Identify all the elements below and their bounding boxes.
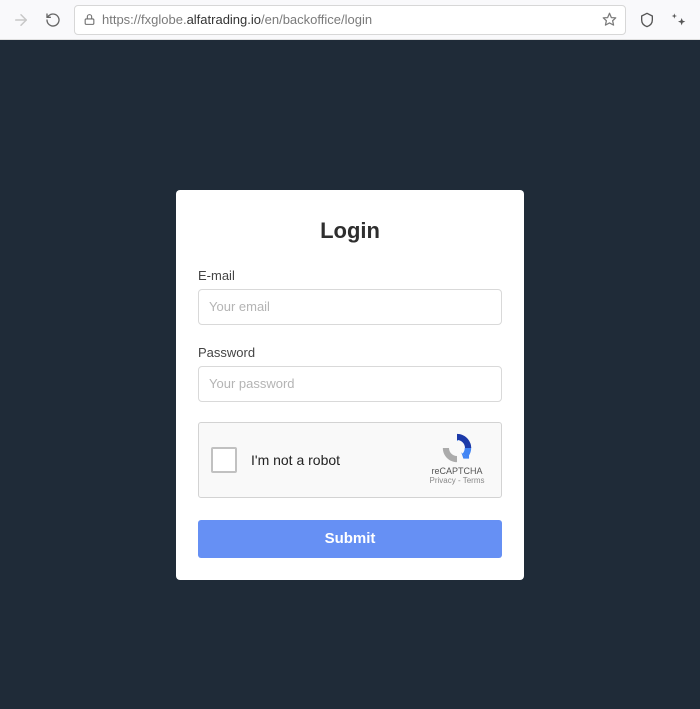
page-content: Login E-mail Password I'm not a robot bbox=[0, 40, 700, 709]
shield-icon[interactable] bbox=[636, 9, 658, 31]
login-title: Login bbox=[198, 218, 502, 244]
url-text: https://fxglobe.alfatrading.io/en/backof… bbox=[102, 12, 596, 27]
recaptcha-privacy-link[interactable]: Privacy bbox=[430, 476, 456, 485]
recaptcha-terms-link[interactable]: Terms bbox=[463, 476, 485, 485]
recaptcha-widget: I'm not a robot reCAPTCHA Privacy - Term… bbox=[198, 422, 502, 498]
email-input[interactable] bbox=[198, 289, 502, 325]
recaptcha-checkbox[interactable] bbox=[211, 447, 237, 473]
email-label: E-mail bbox=[198, 268, 502, 283]
password-label: Password bbox=[198, 345, 502, 360]
password-input[interactable] bbox=[198, 366, 502, 402]
login-card: Login E-mail Password I'm not a robot bbox=[176, 190, 524, 580]
address-bar[interactable]: https://fxglobe.alfatrading.io/en/backof… bbox=[74, 5, 626, 35]
recaptcha-brand: reCAPTCHA Privacy - Terms bbox=[425, 431, 489, 485]
recaptcha-links: Privacy - Terms bbox=[425, 476, 489, 485]
submit-button[interactable]: Submit bbox=[198, 520, 502, 558]
reload-button[interactable] bbox=[42, 9, 64, 31]
recaptcha-icon bbox=[440, 431, 474, 465]
browser-toolbar: https://fxglobe.alfatrading.io/en/backof… bbox=[0, 0, 700, 40]
lock-icon bbox=[83, 13, 96, 26]
back-button bbox=[10, 9, 32, 31]
sparkle-icon[interactable] bbox=[668, 9, 690, 31]
bookmark-icon[interactable] bbox=[602, 12, 617, 27]
recaptcha-brand-name: reCAPTCHA bbox=[425, 466, 489, 476]
recaptcha-label: I'm not a robot bbox=[251, 452, 340, 468]
